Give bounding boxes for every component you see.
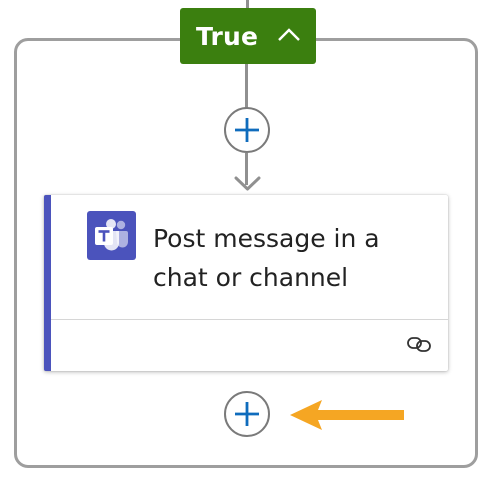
- card-divider: [51, 319, 448, 320]
- chevron-up-icon[interactable]: [276, 25, 302, 45]
- link-icon[interactable]: [406, 335, 432, 353]
- microsoft-teams-icon: [87, 211, 136, 260]
- plus-icon: [235, 402, 259, 426]
- connector-line-top: [245, 64, 248, 108]
- insert-step-button-bottom[interactable]: [224, 391, 270, 437]
- insert-step-button-top[interactable]: [224, 107, 270, 153]
- branch-label: True: [196, 21, 259, 51]
- action-title: Post message in a chat or channel: [153, 224, 380, 292]
- true-branch-header[interactable]: True: [180, 8, 316, 64]
- arrow-down-icon: [234, 176, 261, 191]
- plus-icon: [235, 118, 259, 142]
- orange-arrow-icon: [290, 400, 404, 430]
- flow-canvas: True Post message in a chat or channel: [0, 0, 489, 482]
- post-message-action-card[interactable]: Post message in a chat or channel: [44, 195, 448, 371]
